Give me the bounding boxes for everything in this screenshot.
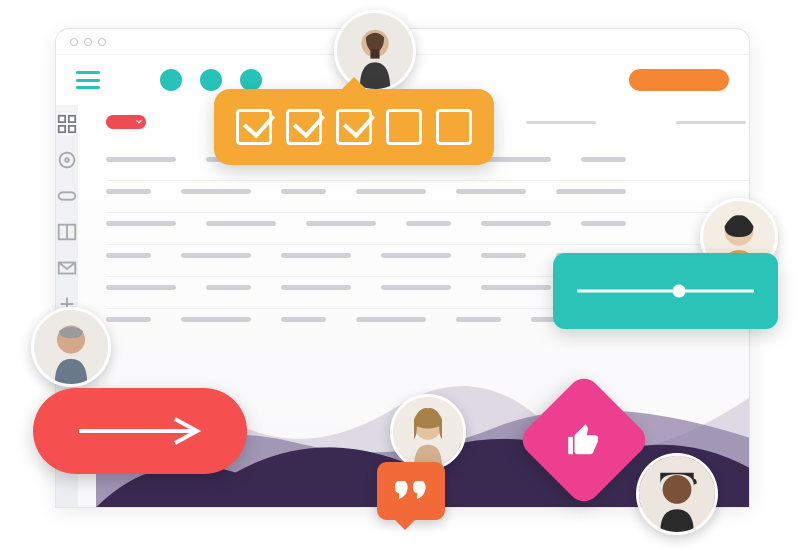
slider-thumb[interactable] bbox=[673, 285, 686, 298]
window-dot[interactable] bbox=[70, 38, 78, 46]
checkbox-unchecked[interactable] bbox=[386, 109, 422, 145]
avatar-person-4 bbox=[390, 394, 466, 470]
slider-control[interactable] bbox=[553, 253, 778, 329]
nav-dot[interactable] bbox=[200, 69, 222, 91]
window-dot[interactable] bbox=[84, 38, 92, 46]
tab[interactable] bbox=[526, 121, 596, 124]
checkbox-checked[interactable] bbox=[286, 109, 322, 145]
arrow-right-icon bbox=[75, 416, 205, 446]
sidebar-grid-icon[interactable] bbox=[56, 113, 78, 135]
table-row bbox=[106, 212, 750, 234]
arrow-next-button[interactable] bbox=[33, 388, 247, 474]
chevron-down-icon bbox=[135, 118, 143, 126]
quote-bubble bbox=[377, 462, 445, 520]
top-nav-dots bbox=[160, 69, 262, 91]
tab[interactable] bbox=[676, 121, 746, 124]
sidebar-pill-icon[interactable] bbox=[56, 185, 78, 207]
sidebar-mail-icon[interactable] bbox=[56, 257, 78, 279]
checkbox-checked[interactable] bbox=[336, 109, 372, 145]
checklist-popover bbox=[214, 89, 494, 165]
sidebar-target-icon[interactable] bbox=[56, 149, 78, 171]
nav-dot[interactable] bbox=[160, 69, 182, 91]
quote-icon bbox=[395, 479, 427, 503]
thumbs-up-icon bbox=[565, 421, 603, 459]
checkbox-checked[interactable] bbox=[236, 109, 272, 145]
nav-dot[interactable] bbox=[240, 69, 262, 91]
checkbox-unchecked[interactable] bbox=[436, 109, 472, 145]
avatar-person-3 bbox=[31, 307, 111, 387]
primary-cta-button[interactable] bbox=[629, 69, 729, 91]
slider-track bbox=[577, 290, 754, 293]
window-dot[interactable] bbox=[98, 38, 106, 46]
table-row bbox=[106, 180, 750, 202]
avatar-person-5 bbox=[636, 453, 718, 535]
menu-icon[interactable] bbox=[76, 71, 100, 89]
dropdown-pill[interactable] bbox=[106, 115, 146, 129]
sidebar-columns-icon[interactable] bbox=[56, 221, 78, 243]
